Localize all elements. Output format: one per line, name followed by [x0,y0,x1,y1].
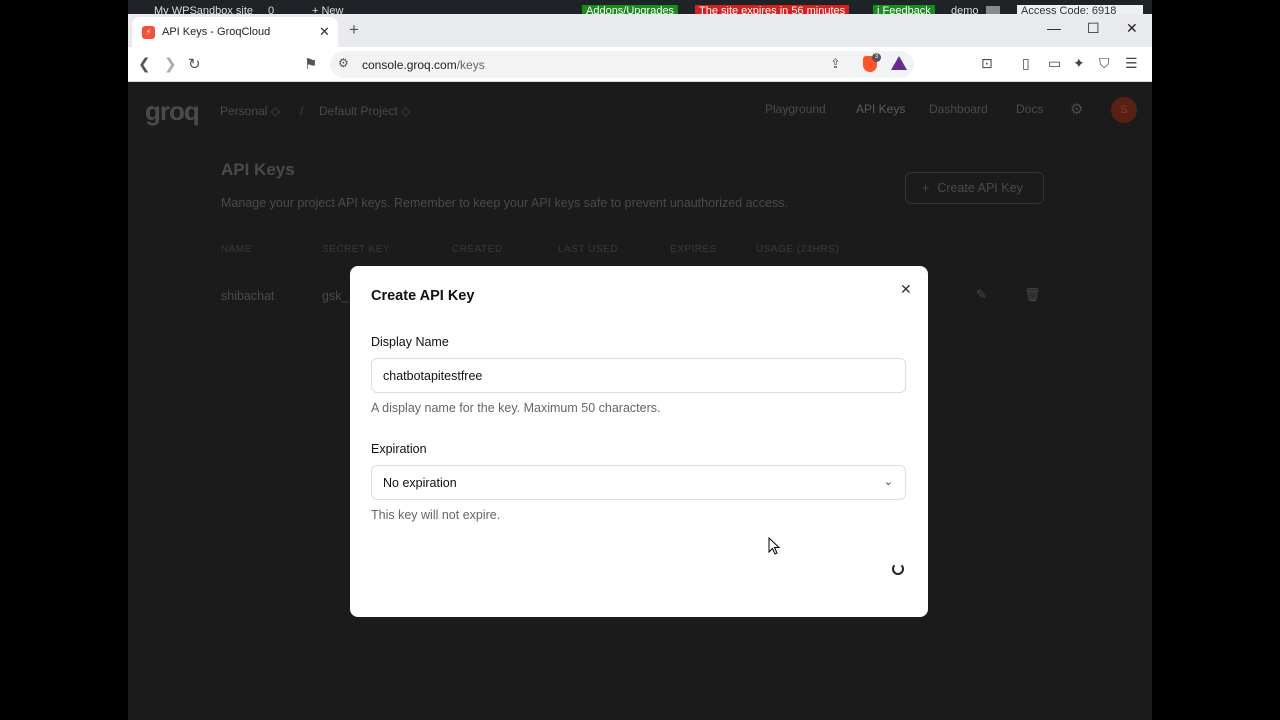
brave-rewards-icon[interactable] [891,56,907,70]
display-name-input[interactable]: chatbotapitestfree [371,358,906,393]
col-header-secret: SECRET KEY [322,244,391,255]
dialog-title: Create API Key [371,288,475,304]
nav-dashboard[interactable]: Dashboard [929,102,988,116]
vpn-icon[interactable]: ⛉ [1099,55,1110,72]
wp-expiry-notice: The site expires in 56 minutes [695,5,850,14]
maximize-icon[interactable]: ☐ [1087,20,1100,37]
expiration-select[interactable]: No expiration ⌄ [371,465,906,500]
row-secret-key: gsk_ [322,289,349,303]
user-avatar[interactable]: S [1111,97,1137,123]
col-header-usage: USAGE (24HRS) [756,244,840,255]
browser-toolbar: ❮ ❯ ↻ ⚑ ⚙ console.groq.com/keys ⇪ 3 ⊡ ▯ … [128,47,1152,82]
display-name-value: chatbotapitestfree [383,369,483,383]
plus-icon: + [922,181,930,195]
col-header-last-used: LAST USED [558,244,618,255]
page-subtitle: Manage your project API keys. Remember t… [221,196,788,210]
create-api-key-button[interactable]: + Create API Key [905,172,1044,204]
tab-close-icon[interactable]: ✕ [319,24,330,40]
groq-favicon-icon: ⚡ [142,26,155,39]
back-icon[interactable]: ❮ [138,55,151,73]
breadcrumb-separator: / [300,104,304,118]
expiration-label: Expiration [371,442,427,456]
col-header-name: NAME [221,244,252,255]
org-switcher[interactable]: Personal ◇ [220,104,280,118]
create-api-key-dialog: Create API Key ✕ Display Name chatbotapi… [350,266,928,617]
wp-feedback-button[interactable]: i Feedback [873,5,935,14]
wp-comment-count[interactable]: 0 [268,5,274,14]
tab-active[interactable]: ⚡ API Keys - GroqCloud ✕ [132,17,338,47]
wp-addons-button[interactable]: Addons/Upgrades [582,5,679,14]
dialog-close-icon[interactable]: ✕ [900,281,912,298]
wp-user-label[interactable]: demo [951,5,979,14]
tab-strip: ⚡ API Keys - GroqCloud ✕ + — ☐ ✕ [128,14,1152,47]
site-info-icon[interactable]: ⚙ [338,56,349,70]
project-switcher[interactable]: Default Project ◇ [319,104,410,118]
screenshot-icon[interactable]: ⊡ [981,55,993,72]
bookmark-icon[interactable]: ⚑ [304,55,317,73]
share-icon[interactable]: ⇪ [830,56,841,72]
row-key-name: shibachat [221,289,275,303]
window-close-icon[interactable]: ✕ [1126,20,1138,37]
expiration-value: No expiration [383,476,457,490]
url-text[interactable]: console.groq.com/keys [362,58,485,72]
wp-access-code: Access Code: 6918 [1017,5,1143,14]
wp-new-link[interactable]: + New [312,5,344,14]
page-title: API Keys [221,160,295,179]
menu-icon[interactable]: ☰ [1125,55,1138,72]
browser-window: ⚡ API Keys - GroqCloud ✕ + — ☐ ✕ ❮ ❯ ↻ ⚑… [128,14,1152,720]
brave-shields-badge: 3 [872,53,881,62]
new-tab-icon[interactable]: + [349,20,359,40]
sidebar-icon[interactable]: ▯ [1022,55,1030,72]
wp-site-link[interactable]: My WPSandbox site [154,5,253,14]
groq-logo[interactable]: groq [145,96,200,127]
nav-api-keys[interactable]: API Keys [856,102,905,116]
page-content: groq Personal ◇ / Default Project ◇ Play… [128,82,1152,720]
wp-user-avatar[interactable] [986,6,1000,14]
nav-playground[interactable]: Playground [765,102,826,116]
mouse-cursor-icon [768,537,780,555]
nav-docs[interactable]: Docs [1016,102,1043,116]
edit-pencil-icon[interactable]: ✎ [976,287,987,303]
display-name-hint: A display name for the key. Maximum 50 c… [371,401,661,415]
settings-gear-icon[interactable]: ⚙ [1070,100,1083,118]
wp-admin-bar: My WPSandbox site 0 + New Addons/Upgrade… [128,0,1152,14]
address-bar[interactable]: ⚙ console.groq.com/keys ⇪ 3 [330,51,914,78]
expiration-hint: This key will not expire. [371,508,501,522]
chevron-down-icon: ⌄ [883,476,893,488]
leo-ai-icon[interactable]: ✦ [1073,55,1085,72]
loading-spinner-icon [892,563,904,575]
display-name-label: Display Name [371,335,449,349]
tab-title: API Keys - GroqCloud [162,26,271,38]
minimize-icon[interactable]: — [1047,20,1061,36]
forward-icon[interactable]: ❯ [164,55,177,73]
wallet-icon[interactable]: ▭ [1048,55,1061,72]
col-header-expires: EXPIRES [670,244,717,255]
col-header-created: CREATED [452,244,503,255]
reload-icon[interactable]: ↻ [188,55,201,73]
delete-trash-icon[interactable]: 🗑 [1024,287,1041,303]
